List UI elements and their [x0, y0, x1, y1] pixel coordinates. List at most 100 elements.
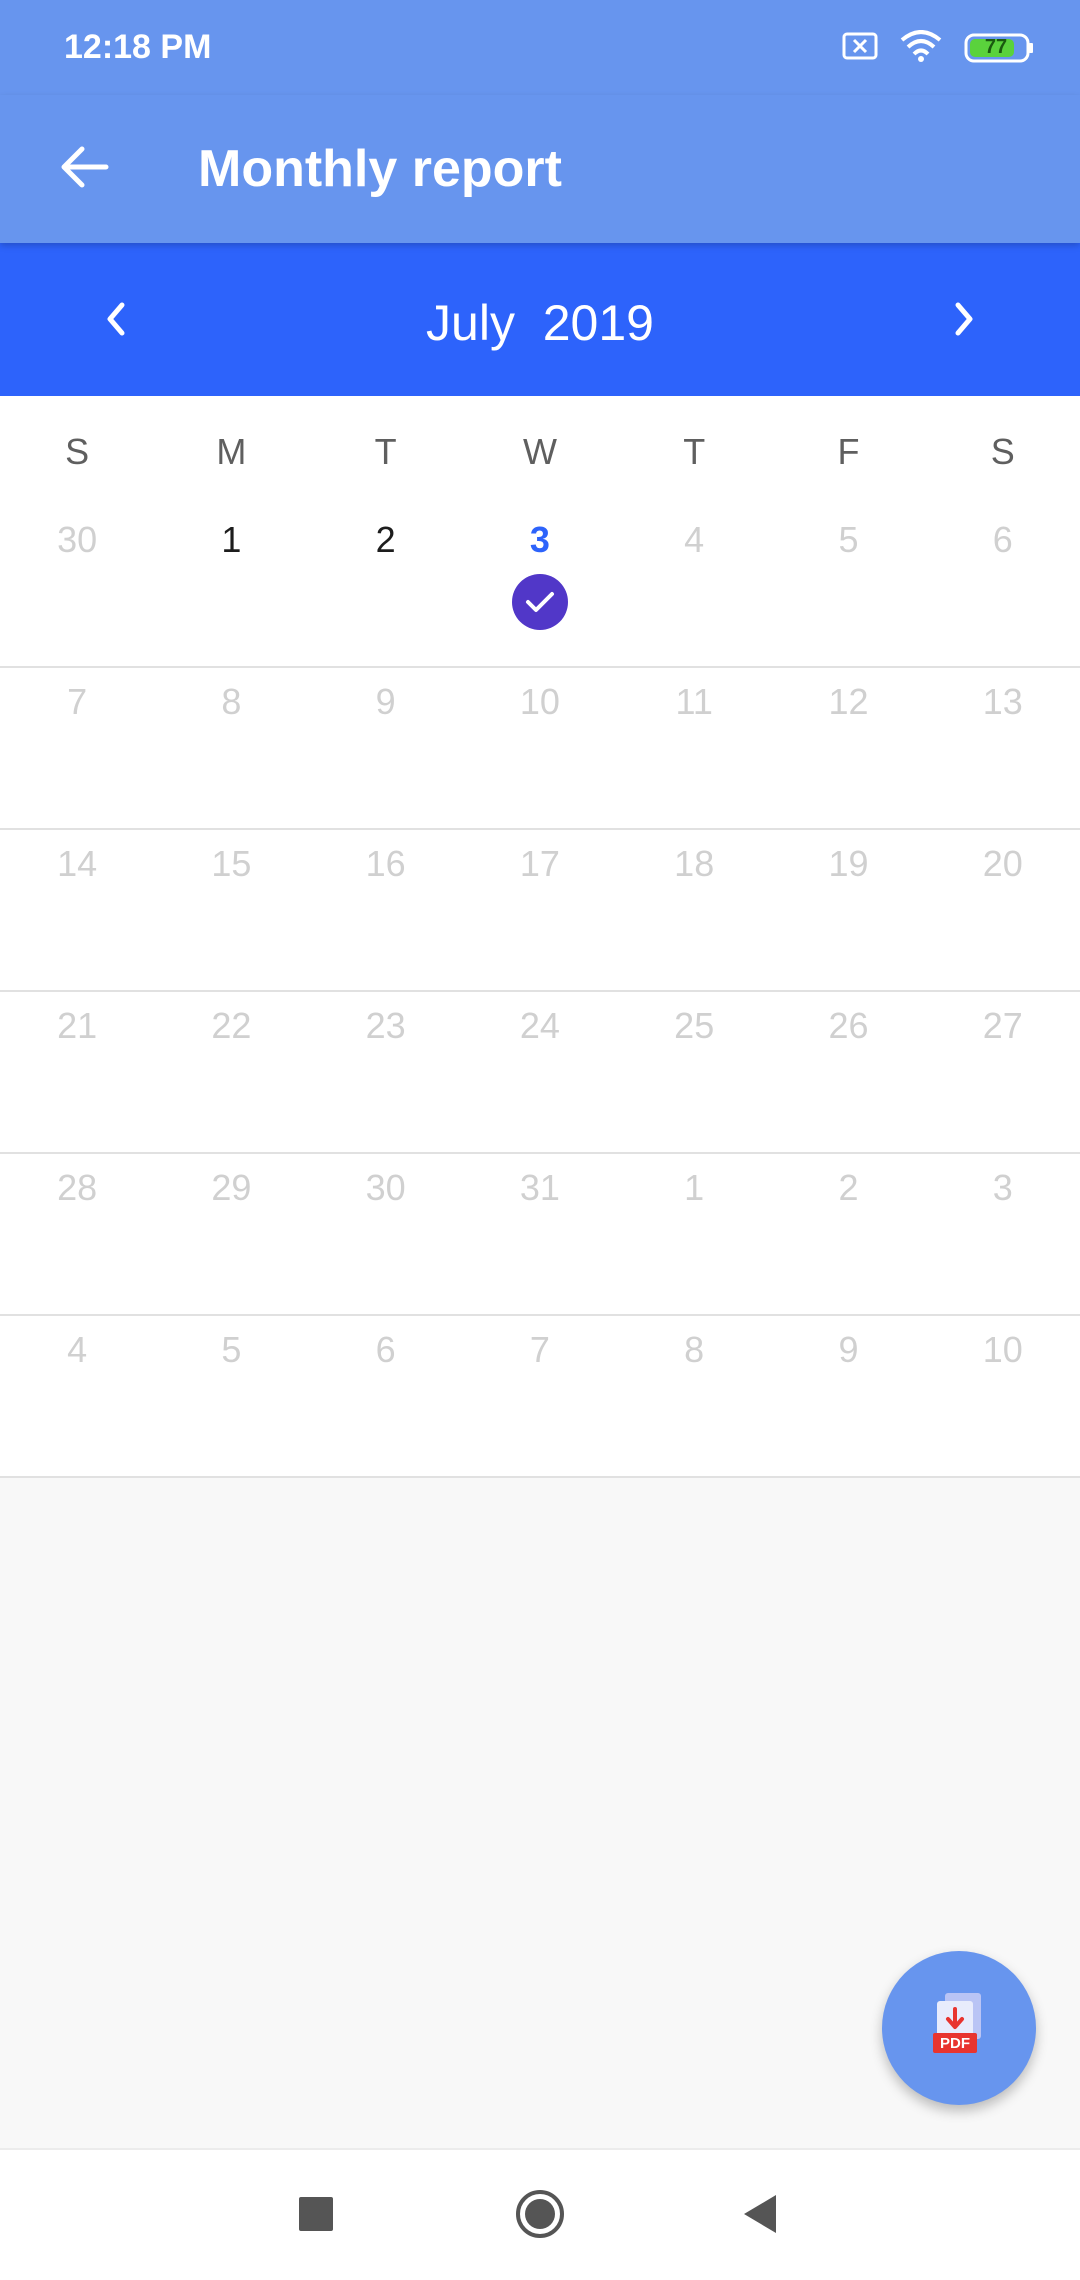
calendar-day[interactable]: 8	[154, 668, 308, 828]
calendar-day[interactable]: 1	[154, 506, 308, 666]
day-number: 27	[982, 1005, 1023, 1046]
recents-button[interactable]	[276, 2176, 356, 2256]
calendar-weeks: 30 1 2 3 4 5 6 7 8 9 10 11 12 13 14 15 16 17 18 19 20 21 22 23 2…	[0, 506, 1080, 1478]
calendar-day[interactable]: 5	[154, 1316, 308, 1476]
calendar-day[interactable]: 10	[926, 1316, 1080, 1476]
calendar-day[interactable]: 13	[926, 668, 1080, 828]
weekday-label: T	[683, 431, 706, 472]
day-number: 5	[221, 1329, 242, 1370]
calendar-day[interactable]: 2	[771, 1154, 925, 1314]
battery-level: 77	[984, 36, 1008, 58]
calendar-day[interactable]: 5	[771, 506, 925, 666]
calendar-day[interactable]: 29	[154, 1154, 308, 1314]
day-number: 2	[838, 1167, 859, 1208]
day-number: 10	[982, 1329, 1023, 1370]
calendar-day[interactable]: 19	[771, 830, 925, 990]
calendar-day[interactable]: 10	[463, 668, 617, 828]
calendar-day[interactable]: 6	[309, 1316, 463, 1476]
calendar-day[interactable]: 15	[154, 830, 308, 990]
calendar-day[interactable]: 7	[463, 1316, 617, 1476]
system-back-button[interactable]	[720, 2176, 800, 2256]
calendar-day[interactable]: 27	[926, 992, 1080, 1152]
calendar-day[interactable]: 4	[617, 506, 771, 666]
pdf-badge: PDF	[940, 2035, 970, 2052]
calendar-day[interactable]: 30	[0, 506, 154, 666]
calendar-day[interactable]: 7	[0, 668, 154, 828]
calendar-day[interactable]: 9	[771, 1316, 925, 1476]
calendar-day[interactable]: 9	[309, 668, 463, 828]
calendar-day[interactable]: 23	[309, 992, 463, 1152]
back-button[interactable]	[40, 125, 128, 213]
arrow-left-icon	[58, 145, 110, 194]
calendar-day[interactable]: 2	[309, 506, 463, 666]
calendar-day[interactable]: 30	[309, 1154, 463, 1314]
day-number: 31	[519, 1167, 560, 1208]
day-number: 16	[365, 843, 406, 884]
day-number: 13	[982, 681, 1023, 722]
calendar-day[interactable]: 22	[154, 992, 308, 1152]
weekday-label: M	[216, 431, 247, 472]
day-number: 14	[57, 843, 98, 884]
calendar-day[interactable]: 14	[0, 830, 154, 990]
day-number: 29	[211, 1167, 252, 1208]
calendar-day[interactable]: 21	[0, 992, 154, 1152]
next-month-button[interactable]	[916, 273, 1012, 369]
recents-square-icon	[298, 2196, 334, 2237]
calendar-day[interactable]: 8	[617, 1316, 771, 1476]
day-number: 30	[365, 1167, 406, 1208]
calendar-week-row: 21 22 23 24 25 26 27	[0, 992, 1080, 1154]
day-number: 3	[992, 1167, 1013, 1208]
calendar-day[interactable]: 24	[463, 992, 617, 1152]
calendar-day[interactable]: 20	[926, 830, 1080, 990]
day-number: 18	[674, 843, 715, 884]
day-number: 9	[838, 1329, 859, 1370]
weekday-header: SMTWTFS	[0, 396, 1080, 506]
calendar-day[interactable]: 1	[617, 1154, 771, 1314]
day-number: 24	[519, 1005, 560, 1046]
day-number: 12	[828, 681, 869, 722]
calendar-day[interactable]: 25	[617, 992, 771, 1152]
day-number: 4	[684, 519, 705, 560]
day-number: 1	[684, 1167, 705, 1208]
calendar-week-row: 4 5 6 7 8 9 10	[0, 1316, 1080, 1478]
sim-blocked-icon	[842, 32, 878, 65]
home-button[interactable]	[500, 2176, 580, 2256]
calendar-week-row: 30 1 2 3 4 5 6	[0, 506, 1080, 668]
app-bar: Monthly report	[0, 95, 1080, 243]
calendar-day[interactable]: 17	[463, 830, 617, 990]
calendar-day[interactable]: 16	[309, 830, 463, 990]
calendar-day[interactable]: 3	[926, 1154, 1080, 1314]
calendar-day[interactable]: 31	[463, 1154, 617, 1314]
day-number: 5	[838, 519, 859, 560]
calendar-day[interactable]: 3	[463, 506, 617, 666]
system-nav-bar	[0, 2148, 1080, 2280]
day-number: 11	[675, 681, 713, 722]
day-number: 28	[57, 1167, 98, 1208]
calendar-day[interactable]: 26	[771, 992, 925, 1152]
day-number: 8	[684, 1329, 705, 1370]
calendar-week-row: 14 15 16 17 18 19 20	[0, 830, 1080, 992]
day-number: 30	[57, 519, 98, 560]
calendar-day[interactable]: 6	[926, 506, 1080, 666]
chevron-right-icon	[950, 299, 978, 344]
calendar-week-row: 7 8 9 10 11 12 13	[0, 668, 1080, 830]
calendar-day[interactable]: 18	[617, 830, 771, 990]
day-number: 10	[519, 681, 560, 722]
check-icon	[511, 574, 568, 630]
day-number: 19	[828, 843, 869, 884]
status-icons: 77	[842, 28, 1034, 68]
calendar-day[interactable]: 11	[617, 668, 771, 828]
day-number: 9	[375, 681, 396, 722]
calendar-day[interactable]: 4	[0, 1316, 154, 1476]
day-number: 6	[992, 519, 1013, 560]
back-triangle-icon	[740, 2193, 780, 2240]
day-number: 25	[674, 1005, 715, 1046]
calendar-day[interactable]: 28	[0, 1154, 154, 1314]
day-number: 21	[57, 1005, 98, 1046]
export-pdf-button[interactable]: PDF	[882, 1951, 1036, 2105]
calendar-day[interactable]: 12	[771, 668, 925, 828]
wifi-icon	[900, 29, 942, 67]
calendar-grid: SMTWTFS 30 1 2 3 4 5 6 7 8 9 10 11 12 13 14 15 16 17 18 19 2…	[0, 396, 1080, 1478]
battery-icon: 77	[964, 33, 1034, 63]
day-number: 8	[221, 681, 242, 722]
